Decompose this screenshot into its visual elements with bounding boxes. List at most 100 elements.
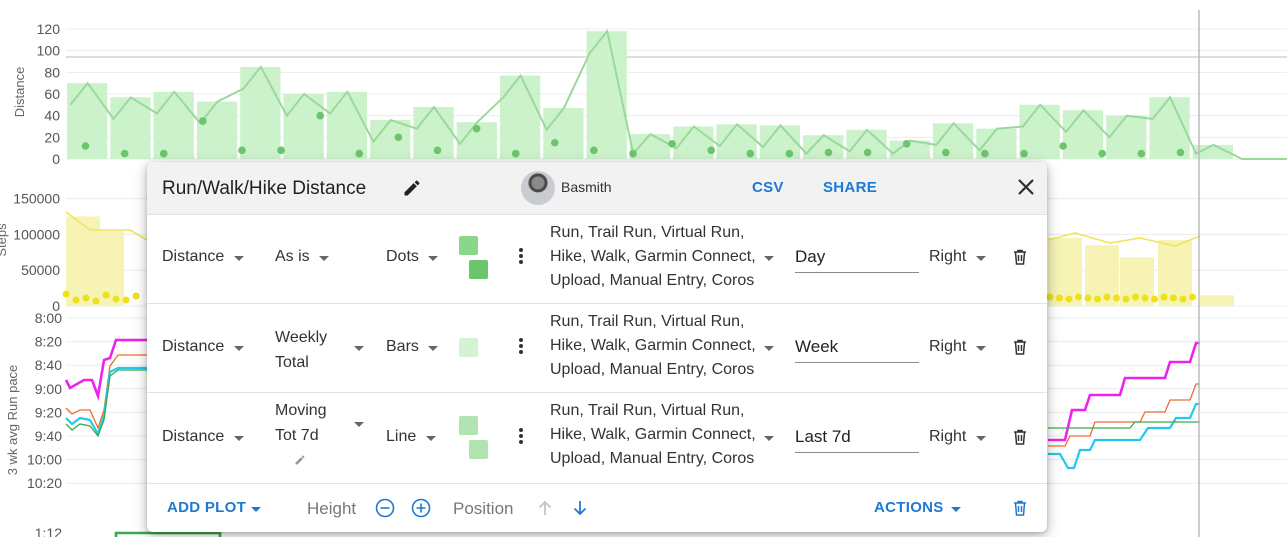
distance-chart: 120 100 80 60 40 20 0 Distance (12, 21, 1287, 167)
avatar (521, 171, 555, 205)
add-plot-button[interactable]: ADD PLOT (167, 499, 246, 516)
chevron-down-icon[interactable] (764, 256, 774, 261)
transform-select[interactable]: As is (275, 248, 310, 266)
y-tick-label: 10:20 (27, 475, 62, 491)
delete-icon[interactable] (1013, 249, 1027, 265)
delete-icon[interactable] (1013, 339, 1027, 355)
daily-dot (668, 140, 676, 148)
y-tick-label: 80 (44, 64, 60, 80)
chevron-down-icon[interactable] (976, 256, 986, 261)
weekly-bar (413, 107, 454, 159)
style-select[interactable]: Bars (386, 338, 419, 356)
daily-dot (132, 292, 140, 300)
metric-select[interactable]: Distance (162, 428, 224, 446)
username: Basmith (561, 179, 612, 195)
color-swatch-secondary[interactable] (469, 440, 488, 459)
period-input[interactable] (795, 332, 919, 363)
plus-circle-icon[interactable] (411, 498, 431, 518)
daily-dot (1020, 149, 1028, 158)
chevron-down-icon[interactable] (764, 346, 774, 351)
y-tick-label: 8:00 (35, 310, 62, 326)
chevron-down-icon[interactable] (976, 436, 986, 441)
actions-button[interactable]: ACTIONS (874, 499, 944, 516)
style-select[interactable]: Dots (386, 248, 419, 266)
axis-side-select[interactable]: Right (929, 248, 966, 266)
metric-select[interactable]: Distance (162, 248, 224, 266)
chevron-down-icon[interactable] (976, 346, 986, 351)
weekly-bar (1062, 110, 1104, 159)
daily-dot (355, 149, 364, 158)
weekly-bar (240, 66, 281, 159)
delete-icon[interactable] (1013, 429, 1027, 445)
axis-side-select[interactable]: Right (929, 428, 966, 446)
more-vert-icon[interactable] (519, 248, 523, 264)
daily-dot (1141, 294, 1149, 302)
axis-side-select[interactable]: Right (929, 338, 966, 356)
chevron-down-icon[interactable] (234, 256, 244, 261)
y-tick-label: 0 (52, 151, 60, 167)
daily-dot (1179, 295, 1187, 303)
arrow-down-icon[interactable] (570, 498, 590, 518)
chevron-down-icon[interactable] (354, 422, 364, 427)
daily-dot (1176, 148, 1185, 157)
style-select[interactable]: Line (386, 428, 416, 446)
period-input[interactable] (795, 242, 919, 273)
daily-dot (62, 290, 70, 298)
daily-dot (1122, 295, 1130, 303)
chevron-down-icon[interactable] (951, 507, 961, 512)
activities-select[interactable]: Run, Trail Run, Virtual Run, Hike, Walk,… (550, 310, 760, 382)
color-swatch[interactable] (459, 338, 478, 357)
series-line (1048, 341, 1200, 442)
daily-dot (1059, 142, 1067, 150)
close-icon[interactable] (1015, 176, 1037, 198)
daily-dot (120, 149, 129, 158)
share-button[interactable]: SHARE (823, 179, 877, 196)
activities-select[interactable]: Run, Trail Run, Virtual Run, Hike, Walk,… (550, 399, 760, 471)
daily-dot (785, 149, 794, 158)
daily-dot (199, 117, 207, 125)
chevron-down-icon[interactable] (354, 346, 364, 351)
activities-select[interactable]: Run, Trail Run, Virtual Run, Hike, Walk,… (550, 221, 760, 293)
chevron-down-icon[interactable] (764, 436, 774, 441)
more-vert-icon[interactable] (519, 338, 523, 354)
y-axis-label: Steps (0, 223, 9, 257)
transform-select[interactable]: Weekly Total (275, 325, 343, 375)
arrow-up-icon[interactable] (535, 498, 555, 518)
chevron-down-icon[interactable] (426, 436, 436, 441)
chevron-down-icon[interactable] (234, 436, 244, 441)
dialog-title: Run/Walk/Hike Distance (162, 178, 367, 199)
chevron-down-icon[interactable] (428, 256, 438, 261)
csv-button[interactable]: CSV (752, 179, 784, 196)
series-line (65, 369, 147, 438)
color-swatch[interactable] (459, 416, 478, 435)
daily-dot (981, 149, 989, 158)
delete-icon[interactable] (1013, 500, 1027, 516)
chevron-down-icon[interactable] (251, 507, 261, 512)
chevron-down-icon[interactable] (234, 346, 244, 351)
metric-select[interactable]: Distance (162, 338, 224, 356)
chevron-down-icon[interactable] (319, 256, 329, 261)
y-tick-label: 8:20 (35, 334, 62, 350)
pencil-icon[interactable] (294, 454, 306, 466)
y-tick-label: 60 (44, 86, 60, 102)
daily-dot (238, 146, 246, 155)
daily-dot (122, 296, 130, 304)
daily-dot (707, 146, 716, 155)
height-label: Height (307, 499, 357, 518)
position-label: Position (453, 499, 514, 518)
plot-row-1: Distance As is Dots Run, Trail Run, Virt… (147, 214, 1047, 304)
pencil-icon[interactable] (402, 178, 422, 198)
transform-select[interactable]: Moving Tot 7d (275, 398, 337, 448)
color-swatch-secondary[interactable] (469, 260, 488, 279)
daily-dot (1046, 293, 1054, 301)
weekly-bar (499, 75, 541, 159)
daily-dot (824, 148, 833, 157)
period-input[interactable] (795, 422, 919, 453)
minus-circle-icon[interactable] (375, 498, 395, 518)
weekly-bar (326, 91, 368, 159)
daily-dot (316, 111, 324, 120)
color-swatch[interactable] (459, 236, 478, 255)
more-vert-icon[interactable] (519, 428, 523, 444)
daily-dot (1084, 294, 1092, 302)
chevron-down-icon[interactable] (428, 346, 438, 351)
